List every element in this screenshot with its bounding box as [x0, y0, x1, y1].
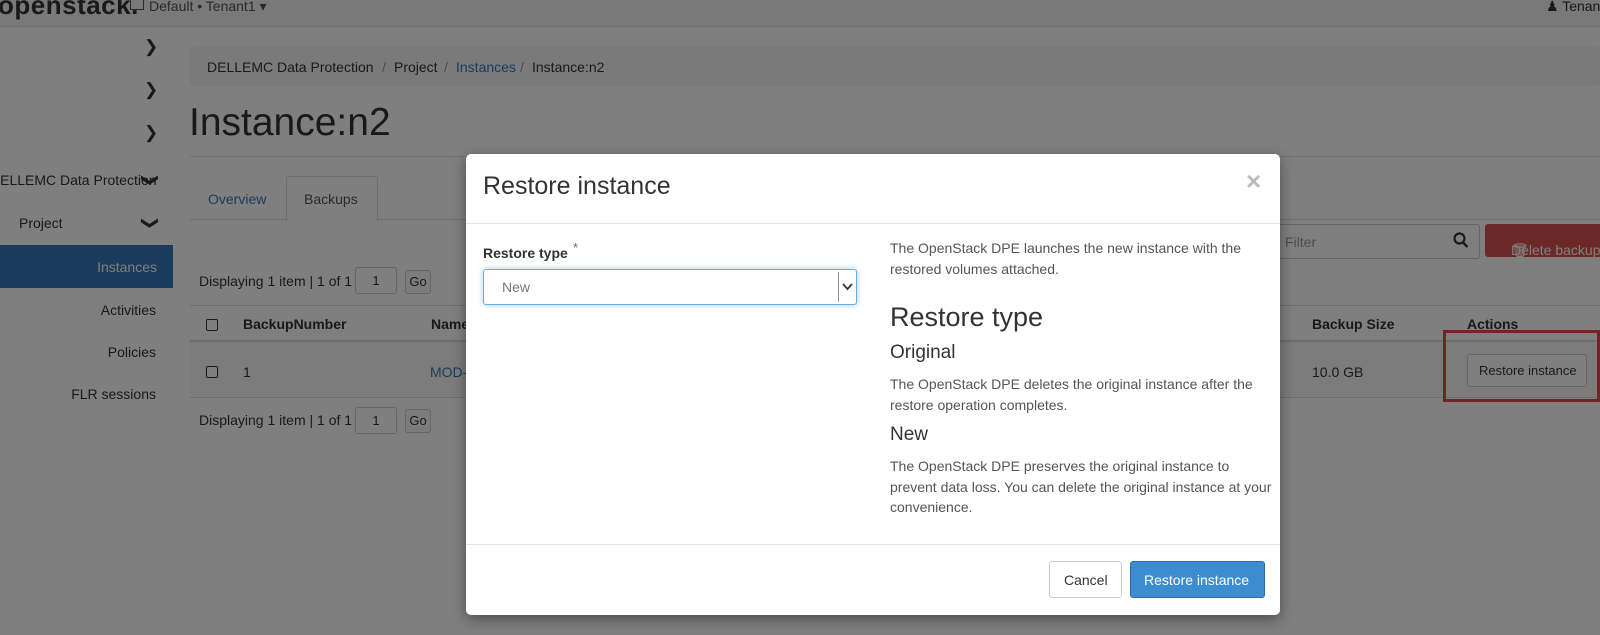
cancel-button-label: Cancel [1064, 572, 1108, 588]
original-description-line: restore operation completes. [890, 396, 1068, 413]
dialog-footer-divider [466, 544, 1280, 545]
restore-instance-submit-button[interactable]: Restore instance [1130, 561, 1265, 598]
restore-type-selected-value: New [502, 279, 531, 295]
restore-type-label: Restore type [483, 245, 568, 261]
restore-instance-dialog: Restore instance × Restore type * New Th… [466, 154, 1280, 615]
new-description-line: prevent data loss. You can delete the or… [890, 478, 1272, 495]
original-heading: Original [890, 342, 956, 363]
help-intro: The OpenStack DPE launches the new insta… [890, 238, 1241, 279]
chevron-down-icon[interactable] [838, 272, 856, 302]
help-intro-line: The OpenStack DPE launches the new insta… [890, 240, 1241, 256]
new-description: The OpenStack DPE preserves the original… [890, 456, 1271, 518]
original-description-line: The OpenStack DPE deletes the original i… [890, 376, 1253, 392]
required-marker: * [573, 240, 579, 255]
restore-type-select[interactable]: New [483, 269, 857, 305]
new-description-line: convenience. [890, 499, 973, 515]
help-heading: Restore type [890, 302, 1044, 332]
cancel-button[interactable]: Cancel [1049, 561, 1122, 598]
close-icon[interactable]: × [1246, 166, 1261, 197]
new-description-line: The OpenStack DPE preserves the original… [890, 458, 1230, 474]
dialog-title: Restore instance [483, 172, 671, 200]
help-intro-line: restored volumes attached. [890, 260, 1059, 277]
restore-instance-submit-label: Restore instance [1144, 572, 1250, 588]
original-description: The OpenStack DPE deletes the original i… [890, 374, 1253, 415]
new-heading: New [890, 424, 929, 445]
dialog-header-divider [466, 223, 1280, 224]
